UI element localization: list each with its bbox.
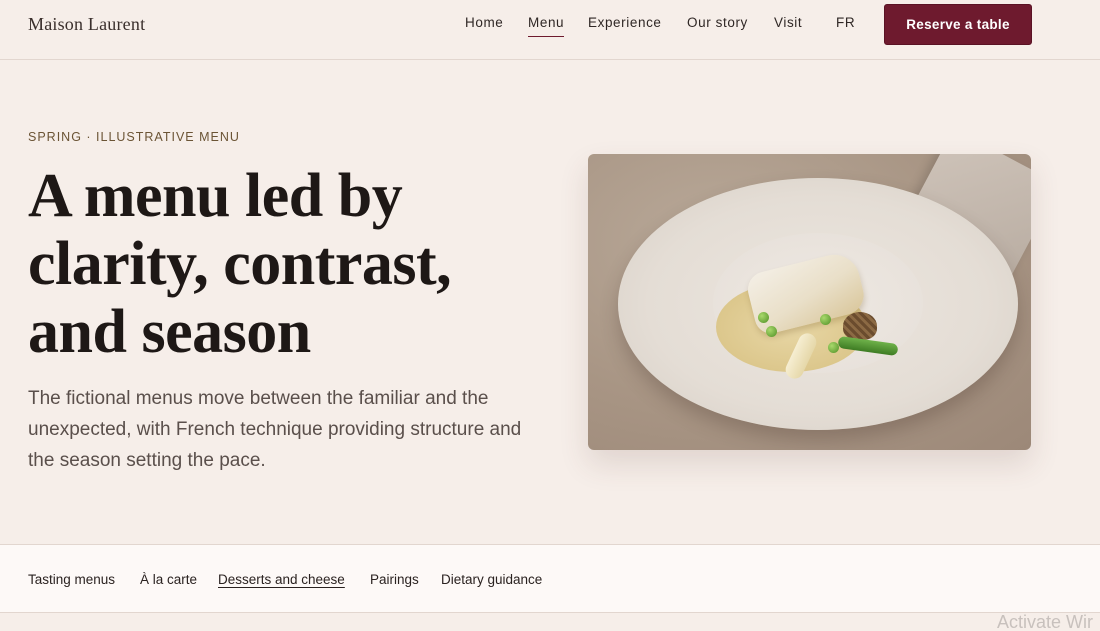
headline-line-1: A menu led by (28, 162, 403, 230)
hero-headline: A menu led by clarity, contrast, and sea… (28, 162, 548, 366)
subnav-tasting-menus[interactable]: Tasting menus (28, 572, 115, 587)
subnav-pairings[interactable]: Pairings (370, 572, 419, 587)
brand-logo[interactable]: Maison Laurent (28, 14, 145, 35)
nav-item-menu[interactable]: Menu (528, 15, 565, 37)
hero-eyebrow: SPRING · ILLUSTRATIVE MENU (28, 130, 240, 144)
subnav-dietary-guidance[interactable]: Dietary guidance (441, 572, 542, 587)
subnav-a-la-carte[interactable]: À la carte (140, 572, 197, 587)
nav-item-home[interactable]: Home (465, 15, 503, 30)
reserve-table-button[interactable]: Reserve a table (884, 4, 1032, 45)
hero-dish-image (588, 154, 1031, 450)
hero-subcopy: The fictional menus move between the fam… (28, 388, 522, 471)
nav-item-experience[interactable]: Experience (588, 15, 662, 30)
pea (766, 326, 777, 337)
menu-subnav: Tasting menus À la carte Desserts and ch… (0, 544, 1100, 613)
nav-item-visit[interactable]: Visit (774, 15, 802, 30)
pea (828, 342, 839, 353)
headline-line-2: clarity, contrast, (28, 230, 452, 298)
nav-item-our-story[interactable]: Our story (687, 15, 748, 30)
subnav-desserts-and-cheese[interactable]: Desserts and cheese (218, 572, 345, 587)
pea (758, 312, 769, 323)
headline-line-3: and season (28, 298, 311, 366)
activation-watermark: Activate Wir (997, 612, 1094, 631)
pea (820, 314, 831, 325)
site-header: Maison Laurent Home Menu Experience Our … (0, 0, 1100, 60)
morel-mushroom (843, 312, 877, 340)
language-toggle[interactable]: FR (836, 15, 855, 30)
